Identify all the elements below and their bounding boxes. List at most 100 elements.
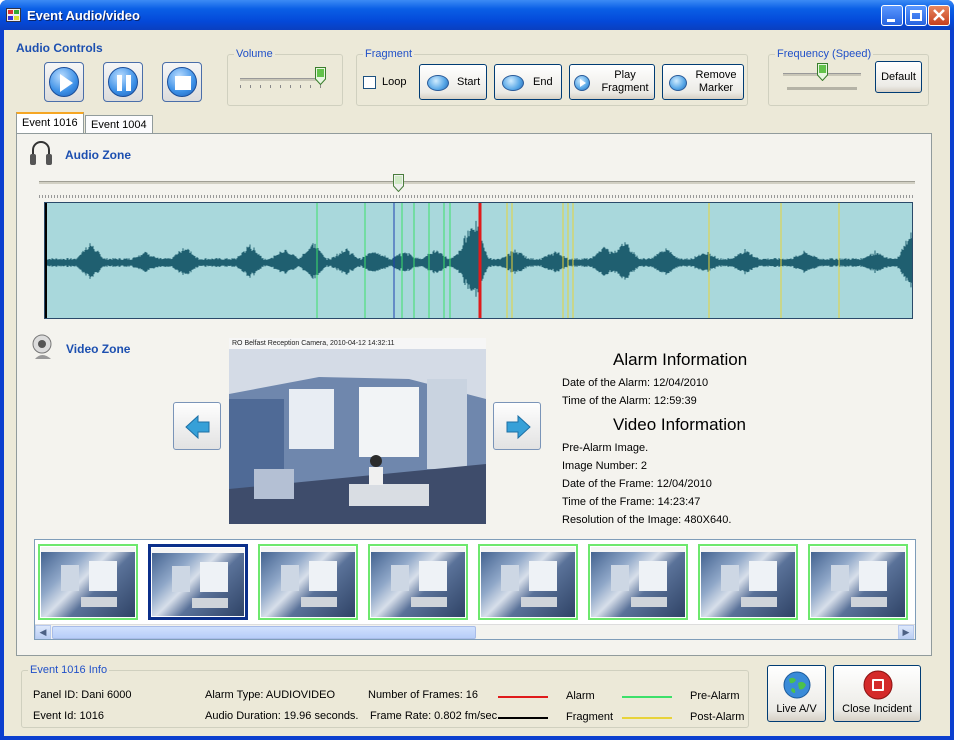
live-av-label: Live A/V: [776, 703, 817, 715]
camera-caption: RO Belfast Reception Camera, 2010-04-12 …: [229, 338, 486, 349]
thumbnail-item[interactable]: [478, 544, 578, 620]
legend-alarm-line: [498, 696, 548, 698]
video-frame-date: Date of the Frame: 12/04/2010: [562, 478, 712, 490]
title-bar[interactable]: Event Audio/video: [0, 0, 954, 30]
scroll-right-button[interactable]: ▶: [898, 625, 914, 639]
frequency-label: Frequency (Speed): [775, 48, 874, 60]
volume-ticks: [240, 85, 321, 88]
audio-controls-label: Audio Controls: [16, 41, 103, 55]
stop-icon: [175, 76, 191, 90]
frequency-group: Frequency (Speed) Default: [768, 48, 929, 106]
legend-pre-alarm-line: [622, 696, 672, 698]
frequency-default-button[interactable]: Default: [875, 61, 922, 93]
audio-duration: Audio Duration: 19.96 seconds.: [205, 710, 359, 722]
arrow-right-icon: [506, 414, 531, 440]
audio-position-track[interactable]: [39, 181, 915, 184]
fragment-start-button[interactable]: Start: [419, 64, 487, 100]
remove-marker-icon: [669, 75, 687, 91]
fragment-label: Fragment: [363, 48, 415, 60]
previous-image-button[interactable]: [173, 402, 221, 450]
remove-marker-label-1: Remove: [695, 69, 737, 81]
window-title: Event Audio/video: [27, 8, 140, 23]
frequency-slider-thumb[interactable]: [817, 63, 828, 82]
camera-scene: [229, 349, 486, 524]
thumbnail-item[interactable]: [38, 544, 138, 620]
close-icon: [933, 9, 945, 21]
event-info-group: Event 1016 Info Panel ID: Dani 6000 Even…: [21, 664, 749, 728]
fragment-start-label: Start: [457, 76, 481, 88]
tab-event-1004[interactable]: Event 1004: [85, 115, 153, 134]
headphones-icon: [30, 141, 52, 165]
maximize-button[interactable]: [905, 5, 927, 26]
volume-label: Volume: [234, 48, 275, 60]
close-window-button[interactable]: [928, 5, 950, 26]
frame-rate: Frame Rate: 0.802 fm/sec: [370, 710, 498, 722]
play-fragment-label-1: Play: [614, 69, 636, 81]
video-resolution: Resolution of the Image: 480X640.: [562, 514, 732, 526]
fragment-group: Fragment Loop Start End Play Fragment Re…: [356, 48, 748, 106]
thumbnail-strip[interactable]: ◀ ▶: [34, 539, 916, 640]
legend-fragment-line: [498, 717, 548, 719]
pause-icon: [117, 75, 131, 91]
video-image-number: Image Number: 2: [562, 460, 647, 472]
thumbnail-item[interactable]: [698, 544, 798, 620]
arrow-left-icon: [185, 414, 210, 440]
pause-button[interactable]: [103, 62, 143, 102]
thumbnail-item[interactable]: [258, 544, 358, 620]
play-fragment-label-2: Fragment: [601, 82, 649, 94]
event-id: Event Id: 1016: [33, 710, 104, 722]
panel-id: Panel ID: Dani 6000: [33, 689, 132, 701]
minimize-button[interactable]: [881, 5, 903, 26]
waveform-graph: [45, 203, 912, 318]
volume-slider-thumb[interactable]: [314, 67, 326, 86]
close-incident-button[interactable]: Close Incident: [833, 665, 921, 722]
volume-track: [240, 78, 324, 81]
thumbnail-item[interactable]: [588, 544, 688, 620]
webcam-icon: [32, 334, 52, 359]
video-image-type: Pre-Alarm Image.: [562, 442, 649, 454]
close-incident-label: Close Incident: [842, 703, 912, 715]
video-zone-label: Video Zone: [66, 342, 131, 356]
audio-position-ticks: [39, 195, 915, 198]
loop-checkbox[interactable]: [363, 76, 376, 89]
stop-sign-icon: [863, 670, 893, 700]
globe-icon: [783, 671, 811, 699]
stop-button[interactable]: [162, 62, 202, 102]
tab-event-1016[interactable]: Event 1016: [16, 112, 84, 133]
fragment-end-button[interactable]: End: [494, 64, 562, 100]
play-button[interactable]: [44, 62, 84, 102]
next-image-button[interactable]: [493, 402, 541, 450]
thumbnail-scrollbar[interactable]: ◀ ▶: [35, 624, 915, 639]
scroll-thumb[interactable]: [52, 626, 476, 639]
legend-fragment-label: Fragment: [566, 711, 614, 723]
event-info-label: Event 1016 Info: [28, 664, 110, 676]
remove-marker-button[interactable]: Remove Marker: [662, 64, 744, 100]
number-of-frames: Number of Frames: 16: [368, 689, 479, 701]
legend-alarm-label: Alarm: [566, 690, 595, 702]
audio-zone-label: Audio Zone: [65, 148, 131, 162]
play-fragment-arrow-icon: [580, 79, 586, 87]
app-icon: [6, 8, 21, 22]
fragment-end-icon: [502, 75, 524, 91]
alarm-info-heading: Alarm Information: [613, 350, 748, 369]
play-icon: [60, 74, 73, 92]
scroll-left-button[interactable]: ◀: [35, 625, 51, 639]
client-area: Audio Controls Volume Fragment Loop Star…: [4, 30, 950, 736]
event-tab-panel: Audio Zone Video Zone RO Belfast Recepti…: [16, 133, 932, 656]
frequency-base-line: [787, 87, 857, 90]
thumbnail-item[interactable]: [808, 544, 908, 620]
video-frame-time: Time of the Frame: 14:23:47: [562, 496, 701, 508]
loop-label: Loop: [382, 76, 407, 88]
audio-waveform[interactable]: [44, 202, 913, 319]
video-info-heading: Video Information: [613, 415, 746, 434]
alarm-date: Date of the Alarm: 12/04/2010: [562, 377, 709, 389]
audio-position-thumb[interactable]: [393, 174, 405, 193]
legend-pre-alarm-label: Pre-Alarm: [690, 690, 740, 702]
fragment-end-label: End: [533, 76, 553, 88]
thumbnail-item[interactable]: [368, 544, 468, 620]
volume-group: Volume: [227, 48, 343, 106]
legend-post-alarm-label: Post-Alarm: [690, 711, 745, 723]
thumbnail-item[interactable]: [148, 544, 248, 620]
live-av-button[interactable]: Live A/V: [767, 665, 826, 722]
play-fragment-button[interactable]: Play Fragment: [569, 64, 655, 100]
